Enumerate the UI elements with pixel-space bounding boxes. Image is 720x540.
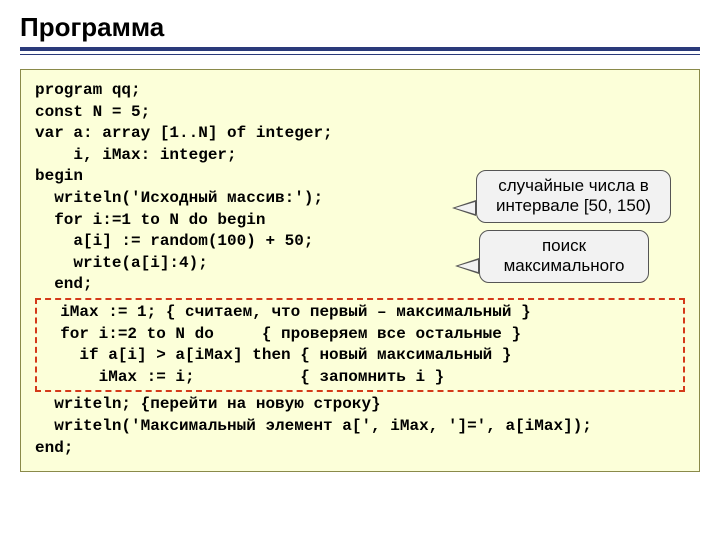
code-line: writeln; {перейти на новую строку} (35, 394, 685, 416)
callout-max-search: поиск максимального (479, 230, 649, 283)
callout-text: случайные числа в (487, 176, 660, 196)
code-listing: program qq; const N = 5; var a: array [1… (20, 69, 700, 472)
title-underline (20, 47, 700, 55)
code-line: if a[i] > a[iMax] then { новый максималь… (41, 345, 679, 367)
callout-random-range: случайные числа в интервале [50, 150) (476, 170, 671, 223)
code-line: var a: array [1..N] of integer; (35, 123, 685, 145)
callout-text: поиск (490, 236, 638, 256)
code-line: for i:=2 to N do { проверяем все остальн… (41, 324, 679, 346)
highlight-box-max-search: iMax := 1; { считаем, что первый – макси… (35, 298, 685, 392)
callout-text: максимального (490, 256, 638, 276)
code-line: writeln('Максимальный элемент a[', iMax,… (35, 416, 685, 438)
callout-pointer (452, 200, 476, 216)
callout-text: интервале [50, 150) (487, 196, 660, 216)
code-line: iMax := i; { запомнить i } (41, 367, 679, 389)
code-line: i, iMax: integer; (35, 145, 685, 167)
callout-pointer (455, 258, 479, 274)
code-line: iMax := 1; { считаем, что первый – макси… (41, 302, 679, 324)
page-title: Программа (20, 12, 700, 43)
code-line: end; (35, 438, 685, 460)
code-line: const N = 5; (35, 102, 685, 124)
code-line: program qq; (35, 80, 685, 102)
